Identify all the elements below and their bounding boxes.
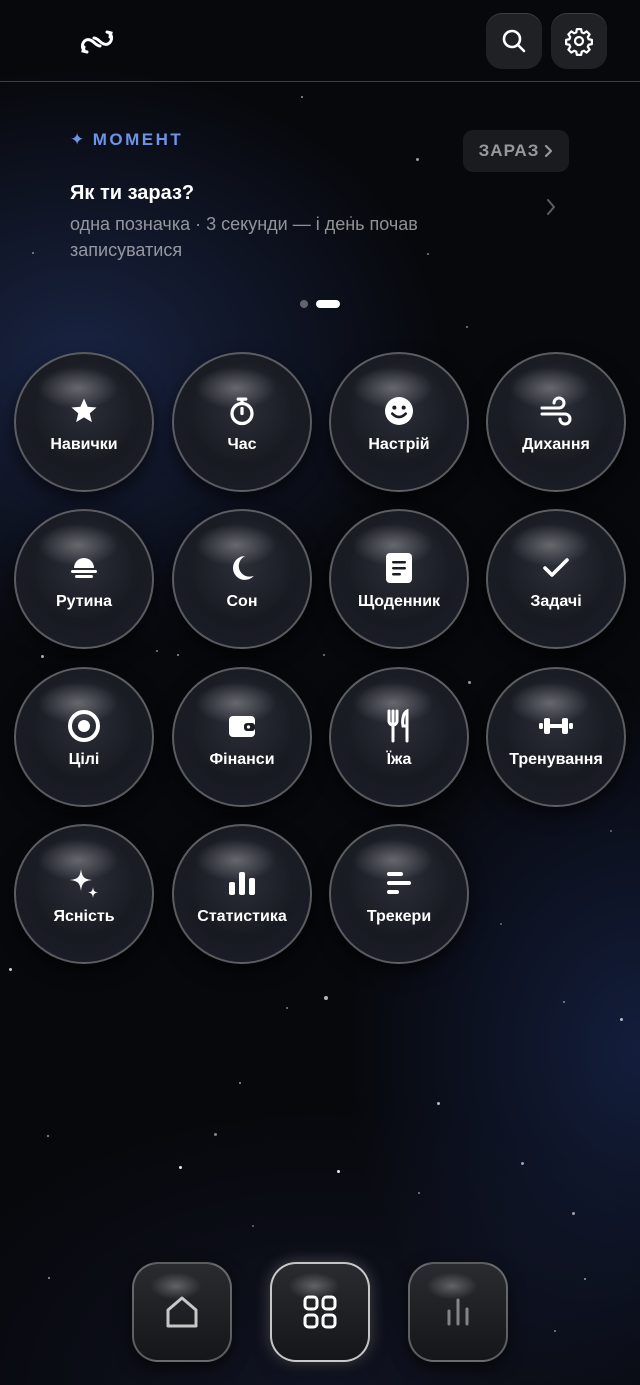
module-finance[interactable]: Фінанси xyxy=(172,667,312,807)
sparkles-icon xyxy=(67,866,101,900)
sparkle-icon: ✦ xyxy=(70,130,87,149)
settings-button[interactable] xyxy=(551,13,607,69)
moment-title: Як ти зараз? xyxy=(70,182,195,204)
module-label: Тренування xyxy=(509,751,603,768)
module-mood[interactable]: Настрій xyxy=(329,352,469,492)
search-button[interactable] xyxy=(486,13,542,69)
top-header xyxy=(0,0,640,82)
dumbbell-icon xyxy=(539,709,573,743)
module-label: Трекери xyxy=(366,908,432,925)
module-label: Статистика xyxy=(197,908,287,925)
carousel-dot-active[interactable] xyxy=(316,300,340,308)
module-label: Фінанси xyxy=(209,751,275,768)
nav-stats-button[interactable] xyxy=(408,1262,508,1362)
home-icon xyxy=(166,1296,198,1328)
carousel-dot[interactable] xyxy=(300,300,308,308)
infinity-link-icon[interactable] xyxy=(78,24,116,60)
moment-subtitle: одна позначка · 3 секунди — і день почав… xyxy=(70,214,418,260)
module-label: Дихання xyxy=(522,436,590,453)
target-icon xyxy=(67,709,101,743)
module-label: Сон xyxy=(226,593,258,610)
grid-icon xyxy=(303,1295,337,1329)
bar-chart-icon xyxy=(225,866,259,900)
module-label: Щоденник xyxy=(357,593,441,610)
module-breathing[interactable]: Дихання xyxy=(486,352,626,492)
module-workout[interactable]: Тренування xyxy=(486,667,626,807)
sunrise-icon xyxy=(67,551,101,585)
moment-card[interactable]: ✦ МОМЕНТ ЗАРАЗ Як ти зараз? одна позначка… xyxy=(70,128,570,268)
module-label: Настрій xyxy=(368,436,430,453)
nav-home-button[interactable] xyxy=(132,1262,232,1362)
now-button-label: ЗАРАЗ xyxy=(478,141,540,160)
module-trackers[interactable]: Трекери xyxy=(329,824,469,964)
module-journal[interactable]: Щоденник xyxy=(329,509,469,649)
smile-icon xyxy=(382,394,416,428)
cutlery-icon xyxy=(382,709,416,743)
moment-tag: ✦ МОМЕНТ xyxy=(70,130,183,150)
stopwatch-icon xyxy=(225,394,259,428)
module-label: Рутина xyxy=(56,593,112,610)
wind-icon xyxy=(539,394,573,428)
gear-icon xyxy=(565,28,593,56)
check-icon xyxy=(539,551,573,585)
module-sleep[interactable]: Сон xyxy=(172,509,312,649)
module-tasks[interactable]: Задачі xyxy=(486,509,626,649)
module-label: Навички xyxy=(50,436,118,453)
chevron-right-icon xyxy=(547,199,555,215)
chevron-right-icon xyxy=(545,144,553,158)
module-goals[interactable]: Цілі xyxy=(14,667,154,807)
module-label: Ясність xyxy=(53,908,115,925)
moment-tag-label: МОМЕНТ xyxy=(92,130,184,149)
module-label: Їжа xyxy=(386,751,412,768)
stats-icon xyxy=(447,1298,469,1326)
module-statistics[interactable]: Статистика xyxy=(172,824,312,964)
star-icon xyxy=(67,394,101,428)
list-lines-icon xyxy=(382,866,416,900)
moon-icon xyxy=(225,551,259,585)
now-button[interactable]: ЗАРАЗ xyxy=(463,130,569,172)
module-label: Задачі xyxy=(530,593,582,610)
notebook-icon xyxy=(382,551,416,585)
module-routine[interactable]: Рутина xyxy=(14,509,154,649)
module-time[interactable]: Час xyxy=(172,352,312,492)
module-label: Час xyxy=(227,436,257,453)
module-skills[interactable]: Навички xyxy=(14,352,154,492)
module-food[interactable]: Їжа xyxy=(329,667,469,807)
carousel-dots xyxy=(300,300,340,308)
nav-modules-button[interactable] xyxy=(270,1262,370,1362)
module-label: Цілі xyxy=(68,751,100,768)
search-icon xyxy=(502,29,526,53)
module-clarity[interactable]: Ясність xyxy=(14,824,154,964)
wallet-icon xyxy=(225,709,259,743)
